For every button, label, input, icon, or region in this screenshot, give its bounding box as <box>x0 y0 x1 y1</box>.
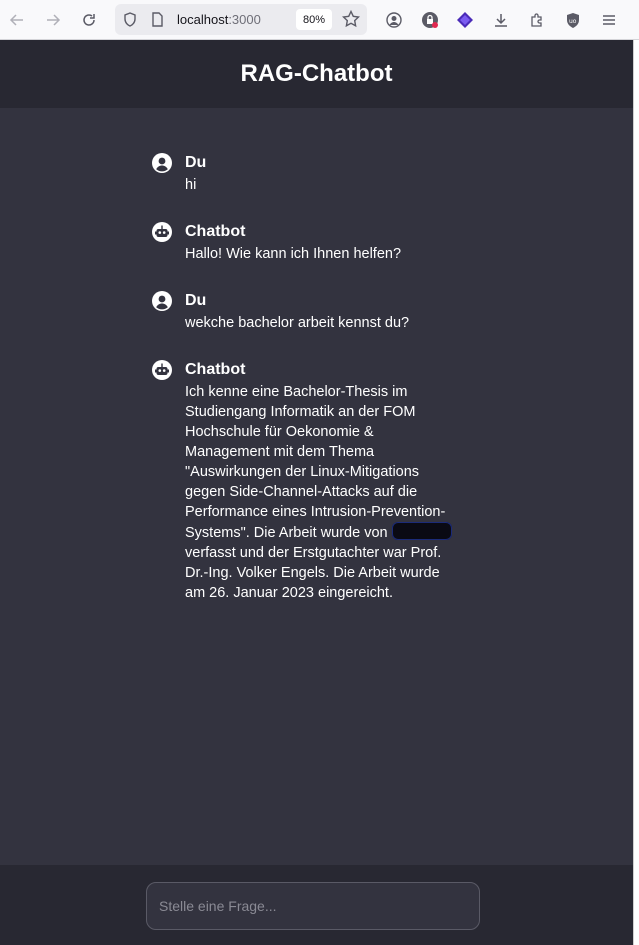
url-bar[interactable]: localhost:3000 80% <box>115 4 367 35</box>
extensions-puzzle-icon[interactable] <box>525 8 549 32</box>
forward-arrow-icon[interactable] <box>41 8 65 32</box>
menu-hamburger-icon[interactable] <box>597 8 621 32</box>
extension-lock-icon[interactable] <box>418 8 442 32</box>
robot-icon <box>152 222 172 242</box>
overflow-strip <box>633 40 639 945</box>
message-text-part: verfasst und der Erstgutachter war Prof.… <box>185 545 442 601</box>
message-text: wekche bachelor arbeit kennst du? <box>185 315 410 331</box>
app-title: RAG-Chatbot <box>240 60 393 87</box>
zoom-badge[interactable]: 80% <box>296 9 332 30</box>
message-author: Chatbot <box>185 223 246 240</box>
bookmark-star-icon[interactable] <box>341 9 361 32</box>
question-input[interactable] <box>146 882 480 930</box>
back-arrow-icon[interactable] <box>5 8 29 32</box>
input-footer <box>0 865 633 945</box>
url-text[interactable]: localhost:3000 <box>177 12 261 27</box>
user-circle-icon <box>152 153 172 173</box>
message-text: Ich kenne eine Bachelor-Thesis im Studie… <box>185 382 460 603</box>
reload-icon[interactable] <box>77 8 101 32</box>
message-user: Du hi <box>152 153 472 195</box>
message-text-part: Ich kenne eine Bachelor-Thesis im Studie… <box>185 384 446 541</box>
page-icon[interactable] <box>151 12 164 31</box>
user-circle-icon <box>152 291 172 311</box>
ublock-shield-icon[interactable]: uo <box>561 8 585 32</box>
account-icon[interactable] <box>382 8 406 32</box>
message-author: Du <box>185 154 207 171</box>
message-text: Hallo! Wie kann ich Ihnen helfen? <box>185 246 402 262</box>
extension-cube-icon[interactable] <box>453 8 477 32</box>
message-author: Du <box>185 292 207 309</box>
download-icon[interactable] <box>489 8 513 32</box>
app-header: RAG-Chatbot <box>0 40 633 108</box>
message-user: Du wekche bachelor arbeit kennst du? <box>152 291 472 333</box>
message-text: hi <box>185 177 197 193</box>
svg-text:uo: uo <box>569 18 577 25</box>
message-bot: Chatbot Hallo! Wie kann ich Ihnen helfen… <box>152 222 472 264</box>
redaction-box <box>391 522 452 540</box>
message-author: Chatbot <box>185 361 246 378</box>
browser-toolbar: localhost:3000 80% uo <box>0 0 639 40</box>
chat-area: Du hi Chatbot Hallo! Wie kann ich Ihnen … <box>0 108 633 865</box>
shield-icon[interactable] <box>123 12 137 31</box>
message-bot: Chatbot Ich kenne eine Bachelor-Thesis i… <box>152 360 472 610</box>
robot-icon <box>152 360 172 380</box>
